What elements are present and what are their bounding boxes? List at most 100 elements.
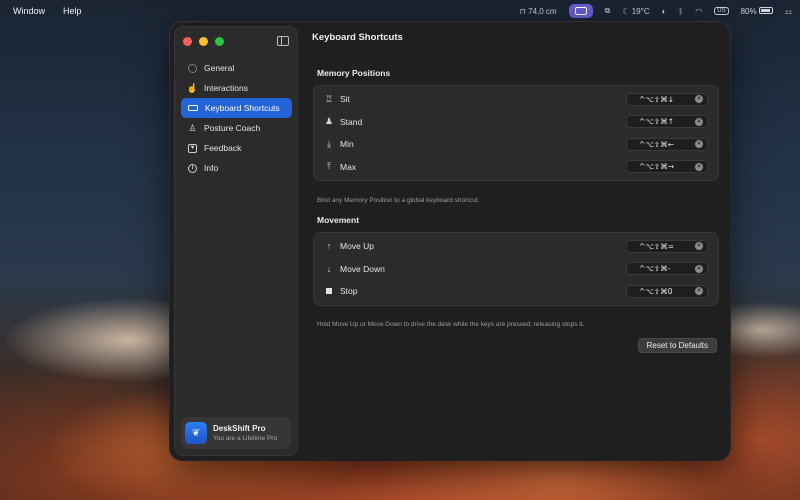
- pro-status-card[interactable]: ❦ DeskShift Pro You are a Lifetime Pro: [181, 417, 291, 449]
- shortcut-row-stop: Stop ^⌥⇧⌘0 ✕: [314, 280, 718, 303]
- wifi-icon[interactable]: ◠: [695, 7, 702, 16]
- sidebar-item-interactions[interactable]: ☝ Interactions: [181, 78, 292, 98]
- clear-shortcut-icon[interactable]: ✕: [695, 242, 703, 251]
- memory-positions-group: ♖ Sit ^⌥⇧⌘↓ ✕ ♟ Stand ^⌥⇧⌘↑ ✕ ⤓ Min ^⌥⇧⌘…: [313, 85, 719, 181]
- close-button[interactable]: [183, 37, 192, 46]
- menu-window[interactable]: Window: [13, 6, 45, 16]
- shortcut-keys: ^⌥⇧⌘=: [639, 241, 674, 251]
- sidebar-item-posture-coach[interactable]: ♙ Posture Coach: [181, 118, 292, 138]
- weather-readout[interactable]: ☾ 19°C: [622, 7, 649, 16]
- sidebar-nav: General ☝ Interactions Keyboard Shortcut…: [181, 58, 292, 178]
- shortcut-row-move-up: ↑ Move Up ^⌥⇧⌘= ✕: [314, 235, 718, 258]
- shortcut-row-move-down: ↓ Move Down ^⌥⇧⌘- ✕: [314, 258, 718, 281]
- battery-icon: [758, 6, 773, 14]
- shortcut-keys: ^⌥⇧⌘-: [639, 264, 671, 274]
- shortcut-recorder-stop[interactable]: ^⌥⇧⌘0 ✕: [626, 284, 708, 298]
- sidebar-item-info[interactable]: i Info: [181, 158, 292, 178]
- clear-shortcut-icon[interactable]: ✕: [695, 140, 703, 149]
- sidebar-item-label: General: [204, 63, 235, 73]
- sidebar: General ☝ Interactions Keyboard Shortcut…: [174, 26, 298, 456]
- shortcut-keys: ^⌥⇧⌘0: [639, 286, 673, 296]
- window-icon: [574, 7, 587, 15]
- shortcut-recorder-sit[interactable]: ^⌥⇧⌘↓ ✕: [626, 92, 708, 106]
- arrow-up-to-line-icon: ⤒: [327, 161, 331, 172]
- pro-title: DeskShift Pro: [213, 424, 266, 433]
- input-source[interactable]: US: [714, 7, 729, 15]
- movement-group: ↑ Move Up ^⌥⇧⌘= ✕ ↓ Move Down ^⌥⇧⌘- ✕ St…: [313, 232, 719, 306]
- window-controls: [183, 37, 224, 46]
- pro-subtitle: You are a Lifetime Pro: [213, 435, 278, 442]
- control-center-icon[interactable]: ⚏: [785, 7, 792, 16]
- zoom-button[interactable]: [215, 37, 224, 46]
- sidebar-item-label: Posture Coach: [204, 123, 261, 133]
- deskshift-menu-extra[interactable]: [568, 4, 593, 18]
- keyboard-icon: [188, 105, 198, 111]
- clear-shortcut-icon[interactable]: ✕: [695, 287, 703, 296]
- laurel-icon: ❦: [185, 422, 207, 444]
- shortcut-keys: ^⌥⇧⌘←: [639, 139, 674, 149]
- info-icon: i: [188, 163, 197, 173]
- desk-icon: ⊓: [519, 6, 526, 16]
- shortcut-keys: ^⌥⇧⌘→: [639, 162, 674, 172]
- battery-percent: 80%: [740, 6, 757, 16]
- sidebar-item-label: Keyboard Shortcuts: [205, 103, 280, 113]
- battery-status[interactable]: 80%: [740, 6, 773, 16]
- arrow-down-to-line-icon: ⤓: [327, 138, 331, 149]
- minimize-button[interactable]: [199, 37, 208, 46]
- menu-bar: Window Help ⊓ 74,0 cm ⧉ ☾ 19°C ◐ ᛒ ◠ US …: [0, 0, 800, 22]
- page-title: Keyboard Shortcuts: [312, 32, 403, 43]
- arrow-up-icon: ↑: [326, 241, 332, 252]
- temperature-value: 19°C: [631, 6, 650, 16]
- shortcut-row-max: ⤒ Max ^⌥⇧⌘→ ✕: [314, 156, 718, 179]
- focus-icon[interactable]: ◐: [662, 7, 667, 16]
- sidebar-item-label: Feedback: [204, 143, 242, 153]
- sidebar-item-keyboard-shortcuts[interactable]: Keyboard Shortcuts: [181, 98, 292, 118]
- movement-heading: Movement: [317, 215, 360, 225]
- menu-help[interactable]: Help: [63, 6, 82, 16]
- shortcut-row-sit: ♖ Sit ^⌥⇧⌘↓ ✕: [314, 88, 718, 111]
- row-label: Stop: [340, 286, 358, 297]
- reset-to-defaults-button[interactable]: Reset to Defaults: [637, 338, 717, 353]
- shortcut-keys: ^⌥⇧⌘↑: [639, 117, 674, 127]
- sidebar-item-label: Interactions: [204, 83, 248, 93]
- shortcut-recorder-stand[interactable]: ^⌥⇧⌘↑ ✕: [626, 115, 708, 129]
- shortcut-recorder-max[interactable]: ^⌥⇧⌘→ ✕: [626, 160, 708, 174]
- row-label: Move Up: [340, 241, 375, 252]
- moon-icon: ☾: [622, 6, 630, 16]
- shortcut-recorder-min[interactable]: ^⌥⇧⌘← ✕: [626, 137, 708, 151]
- shortcut-row-min: ⤓ Min ^⌥⇧⌘← ✕: [314, 133, 718, 156]
- sidebar-item-general[interactable]: General: [181, 58, 292, 78]
- coach-icon: ♙: [188, 122, 197, 133]
- row-label: Move Down: [340, 263, 385, 274]
- sidebar-toggle-icon[interactable]: [277, 36, 289, 46]
- desk-height-readout[interactable]: ⊓ 74,0 cm: [520, 7, 557, 16]
- gear-icon: [188, 63, 197, 73]
- clear-shortcut-icon[interactable]: ✕: [695, 162, 703, 171]
- chair-icon: ♖: [324, 93, 334, 104]
- shortcut-row-stand: ♟ Stand ^⌥⇧⌘↑ ✕: [314, 111, 718, 134]
- clear-shortcut-icon[interactable]: ✕: [695, 117, 703, 126]
- sidebar-item-label: Info: [204, 163, 219, 173]
- row-label: Sit: [340, 94, 350, 105]
- screen-mirror-icon[interactable]: ⧉: [605, 6, 611, 16]
- height-value: 74,0 cm: [528, 6, 557, 16]
- shortcut-recorder-move-up[interactable]: ^⌥⇧⌘= ✕: [626, 239, 708, 253]
- row-label: Min: [340, 139, 354, 150]
- sidebar-item-feedback[interactable]: ♥ Feedback: [181, 138, 292, 158]
- clear-shortcut-icon[interactable]: ✕: [695, 95, 703, 104]
- main-content: Keyboard Shortcuts Memory Positions ♖ Si…: [302, 22, 730, 460]
- clear-shortcut-icon[interactable]: ✕: [695, 264, 703, 273]
- feedback-icon: ♥: [188, 143, 197, 153]
- bluetooth-icon[interactable]: ᛒ: [678, 7, 683, 16]
- row-label: Max: [340, 161, 357, 172]
- movement-note: Hold Move Up or Move Down to drive the d…: [317, 321, 585, 328]
- hand-icon: ☝: [186, 82, 199, 93]
- person-standing-icon: ♟: [324, 116, 334, 127]
- settings-window: General ☝ Interactions Keyboard Shortcut…: [170, 22, 730, 460]
- memory-positions-note: Bind any Memory Position to a global key…: [317, 197, 480, 204]
- shortcut-recorder-move-down[interactable]: ^⌥⇧⌘- ✕: [626, 262, 708, 276]
- shortcut-keys: ^⌥⇧⌘↓: [639, 94, 674, 104]
- row-label: Stand: [340, 116, 363, 127]
- arrow-down-icon: ↓: [326, 263, 332, 274]
- stop-icon: [324, 286, 334, 296]
